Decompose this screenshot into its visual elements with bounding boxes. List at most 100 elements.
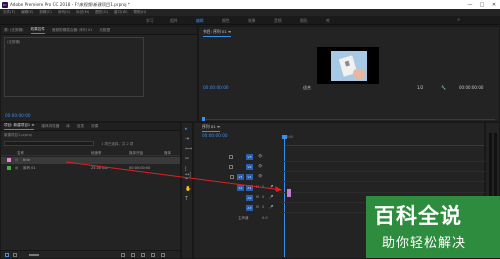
workspace-assembly[interactable]: 组件 <box>170 18 178 24</box>
tab-source[interactable]: 源: (无剪辑) <box>4 28 24 33</box>
type-tool-icon[interactable]: T <box>185 196 188 202</box>
program-timecode[interactable]: 00:00:00:00 <box>203 85 229 90</box>
solo-button[interactable]: S <box>262 205 264 209</box>
mute-button[interactable]: M <box>256 185 259 189</box>
menu-sequence[interactable]: 序列(S) <box>58 10 70 15</box>
project-item-title[interactable]: ▤ title <box>1 157 180 164</box>
track-target[interactable]: V3 <box>246 154 253 160</box>
workspace-color[interactable]: 颜色 <box>222 18 230 24</box>
eye-icon[interactable]: 👁 <box>258 174 262 178</box>
tab-media-browser[interactable]: 媒体浏览器 <box>41 124 59 129</box>
tab-project[interactable]: 项目: 新建项目1 ≡ <box>4 123 34 130</box>
pen-tool-icon[interactable]: ✒ <box>185 176 189 182</box>
maximize-button[interactable]: □ <box>476 2 488 8</box>
project-file-name: 新建项目1.prproj <box>4 133 32 137</box>
timeline-timecode[interactable]: 00:00:00:00 <box>202 133 228 138</box>
watermark-title: 百科全说 <box>374 204 462 228</box>
tab-libraries[interactable]: 库 <box>66 124 70 129</box>
solo-button[interactable]: S <box>262 185 264 189</box>
track-target[interactable]: V1 <box>246 174 253 180</box>
zoom-dropdown[interactable]: 1/2 <box>417 85 423 90</box>
track-divider <box>279 181 494 182</box>
wrench-icon[interactable]: 🔧 <box>441 85 446 90</box>
selection-tool-icon[interactable]: ▸ <box>185 126 188 132</box>
col-media-start[interactable]: 媒体开始 <box>129 151 143 156</box>
workspace-editing[interactable]: 编辑 <box>196 18 204 24</box>
lock-icon[interactable] <box>230 175 234 179</box>
mute-button[interactable]: M <box>256 195 259 199</box>
workspace-graphics[interactable]: 图形 <box>300 18 308 24</box>
automate-icon[interactable] <box>121 253 125 257</box>
workspace-learn[interactable]: 学习 <box>146 18 154 24</box>
col-media[interactable]: 媒体 <box>164 151 171 156</box>
tab-audio-clip-mixer[interactable]: 音频剪辑混合器: 序列 01 <box>52 28 92 33</box>
fit-dropdown[interactable]: 适合 <box>303 85 311 91</box>
workspace-more-icon[interactable]: » <box>457 17 460 23</box>
project-panel: 项目: 新建项目1 ≡ 媒体浏览器 库 信息 效果 新建项目1.prproj 1… <box>0 122 181 259</box>
new-bin-icon[interactable] <box>141 253 145 257</box>
title-clip[interactable] <box>287 189 291 197</box>
track-target[interactable]: A3 <box>246 205 253 211</box>
menu-window[interactable]: 窗口(W) <box>114 10 128 15</box>
source-patch[interactable]: V1 <box>237 174 244 180</box>
menu-clip[interactable]: 剪辑(C) <box>39 10 52 15</box>
workspace-libraries[interactable]: 库 <box>326 18 330 24</box>
project-item-sequence[interactable]: ▦ 序列 01 25.00 fps 00:00:00:00 <box>1 165 180 172</box>
tab-info[interactable]: 信息 <box>77 124 84 129</box>
video-preview <box>317 47 379 84</box>
col-framerate[interactable]: 帧速率 <box>91 151 102 156</box>
find-icon[interactable] <box>131 253 135 257</box>
tab-metadata[interactable]: 元数据 <box>99 28 110 33</box>
mic-icon[interactable]: 🎤 <box>269 205 273 209</box>
no-clip-label: (无剪辑) <box>7 40 21 44</box>
solo-button[interactable]: S <box>262 195 264 199</box>
ripple-edit-tool-icon[interactable]: ⟺ <box>185 146 192 152</box>
col-name[interactable]: 名称 <box>17 151 24 156</box>
track-target[interactable]: A2 <box>246 195 253 201</box>
lock-icon[interactable] <box>229 155 233 159</box>
source-timecode[interactable]: 00:00:00:00 <box>5 113 31 118</box>
watermark-subtitle: 助你轻松解决 <box>382 236 467 251</box>
eye-icon[interactable]: 👁 <box>258 154 262 158</box>
tab-effect-controls[interactable]: 效果控件 <box>31 27 45 34</box>
menu-file[interactable]: 文件(F) <box>3 10 15 15</box>
project-search-input[interactable] <box>4 141 94 146</box>
workspace-audio[interactable]: 音频 <box>274 18 282 24</box>
menu-graphics[interactable]: 图形(G) <box>95 10 108 15</box>
mute-button[interactable]: M <box>256 205 259 209</box>
trash-icon[interactable] <box>161 253 165 257</box>
mic-icon[interactable]: 🎤 <box>269 185 273 189</box>
workspace-effects[interactable]: 效果 <box>248 18 256 24</box>
hand-tool-icon[interactable]: ✋ <box>185 186 191 192</box>
list-view-icon[interactable] <box>5 253 9 257</box>
tab-effects[interactable]: 效果 <box>91 124 98 129</box>
master-level[interactable]: 0.0 <box>262 216 268 220</box>
time-ruler[interactable]: 00:00 <box>284 135 484 146</box>
program-playhead[interactable] <box>202 117 205 121</box>
menu-edit[interactable]: 编辑(E) <box>21 10 33 15</box>
video-frame-image <box>331 51 367 81</box>
label-color-chip <box>7 158 11 162</box>
new-item-icon[interactable] <box>151 253 155 257</box>
track-select-tool-icon[interactable]: ⇥ <box>185 136 189 142</box>
menu-help[interactable]: 帮助(H) <box>134 10 147 15</box>
source-patch[interactable]: A1 <box>237 185 244 191</box>
zoom-slider[interactable] <box>29 254 39 256</box>
eye-icon[interactable]: 👁 <box>258 164 262 168</box>
program-monitor-title[interactable]: 节目: 序列 01 ≡ <box>203 29 231 37</box>
mic-icon[interactable]: 🎤 <box>269 195 273 199</box>
track-target[interactable]: A1 <box>246 185 253 191</box>
minimize-button[interactable]: — <box>464 2 476 8</box>
watermark-logo: 百科全说 助你轻松解决 <box>366 196 500 258</box>
lock-icon[interactable] <box>229 165 233 169</box>
close-button[interactable]: ✕ <box>488 2 500 8</box>
source-panel: 源: (无剪辑) 效果控件 音频剪辑混合器: 序列 01 元数据 (无剪辑) 0… <box>0 26 198 122</box>
track-v1: V1 V1 👁 <box>194 173 494 182</box>
track-target[interactable]: V2 <box>246 164 253 170</box>
track-v2: V2 👁 <box>194 163 494 172</box>
menu-marker[interactable]: 标记(M) <box>76 10 89 15</box>
item-framerate: 25.00 fps <box>91 166 108 170</box>
timeline-tab[interactable]: 序列 01 ≡ <box>202 124 220 132</box>
razor-tool-icon[interactable]: ✂ <box>185 156 189 162</box>
icon-view-icon[interactable] <box>13 253 17 257</box>
